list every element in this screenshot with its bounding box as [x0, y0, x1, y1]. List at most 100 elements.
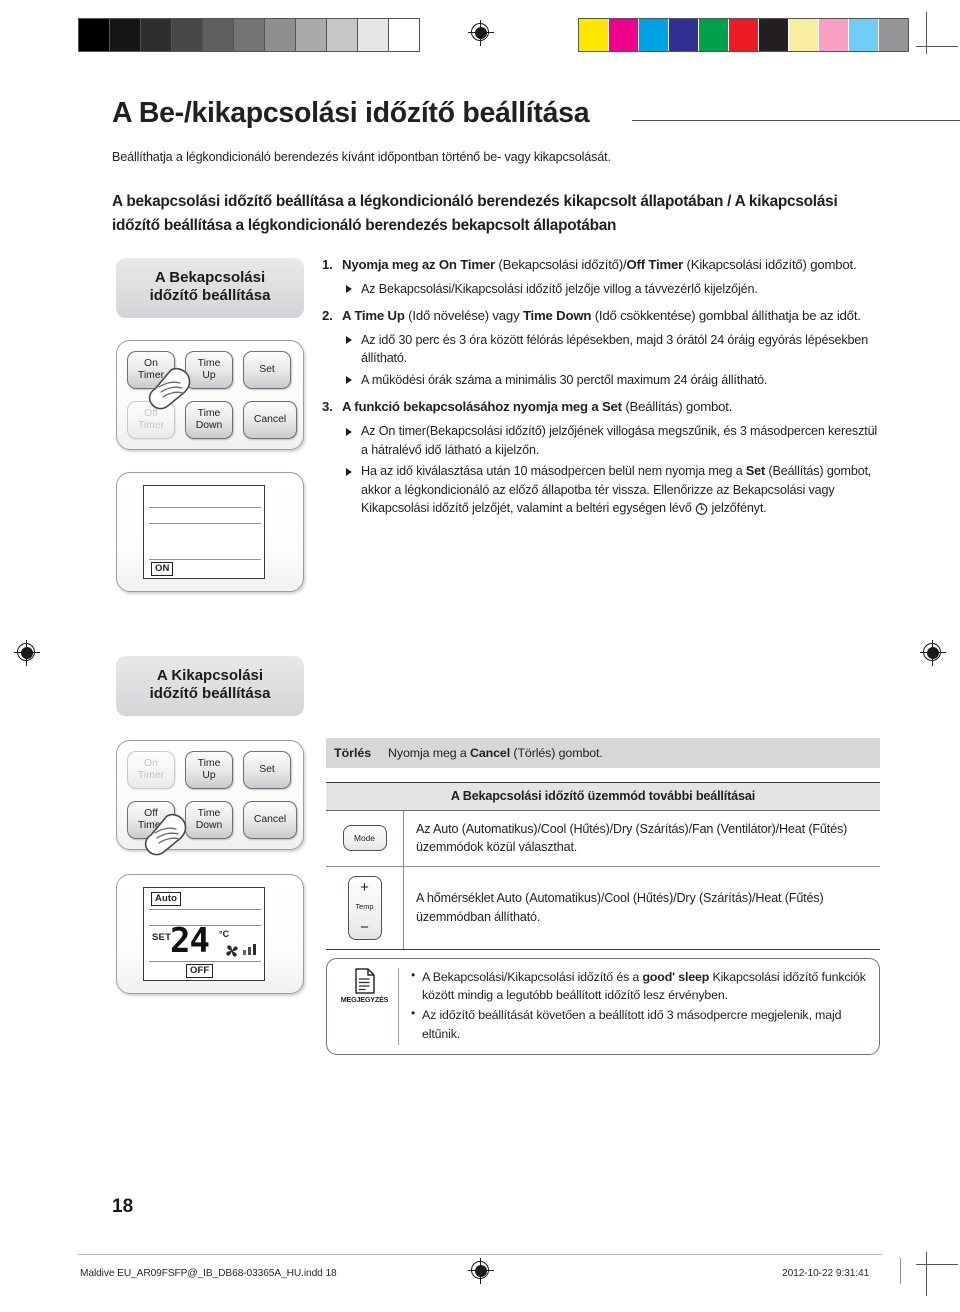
lcd-temperature-value: 24: [170, 921, 210, 961]
step-3: 3. A funkció bekapcsolásához nyomja meg …: [322, 398, 878, 517]
remote-display-panel-off: Auto SET 24 °C OFF: [116, 874, 304, 994]
step-2-bullet-1: Az idő 30 perc és 3 óra között félórás l…: [346, 331, 878, 368]
off-timer-button-active-label-1: Off: [144, 808, 158, 820]
table-row: + Temp − A hőmérséklet Auto (Automatikus…: [326, 866, 880, 949]
time-down-button-label-2: Down: [195, 420, 223, 431]
footer-file-name: Maldive EU_AR09FSFP@_IB_DB68-03365A_HU.i…: [80, 1268, 337, 1279]
step-1-bullets: Az Bekapcsolási/Kikapcsolási időzítő jel…: [322, 280, 878, 299]
section-heading-on-timer: A Bekapcsolási időzítő beállítása: [116, 258, 304, 318]
clock-icon: [695, 502, 708, 516]
time-up-button-2[interactable]: Time Up: [185, 751, 233, 789]
on-timer-button-disabled[interactable]: On Timer: [127, 751, 175, 789]
set-button-2-label: Set: [259, 764, 275, 776]
cancel-button-2[interactable]: Cancel: [243, 801, 297, 839]
footer-timestamp: 2012-10-22 9:31:41: [782, 1268, 870, 1279]
additional-settings-table: A Bekapcsolási időzítő üzemmód további b…: [326, 782, 880, 950]
cancel-row-text: Nyomja meg a Cancel (Törlés) gombot.: [388, 746, 603, 760]
step-1-text: Nyomja meg az On Timer (Bekapcsolási idő…: [342, 257, 857, 272]
temp-minus-label: −: [360, 918, 369, 936]
off-timer-button[interactable]: Off Timer: [127, 801, 175, 839]
lcd-divider-2: [149, 523, 261, 525]
set-button-2[interactable]: Set: [243, 751, 291, 789]
time-down-button-label-1: Time: [197, 408, 221, 420]
step-3-text: A funkció bekapcsolásához nyomja meg a S…: [342, 399, 733, 415]
temp-row-description: A hőmérséklet Auto (Automatikus)/Cool (H…: [416, 891, 824, 924]
section-heading-off-timer-line2: időzítő beállítása: [149, 685, 271, 703]
lcd-set-label: SET: [152, 932, 172, 943]
lcd-divider-3-off: [149, 961, 261, 963]
note-icon-label: MEGJEGYZÉS: [340, 995, 389, 1004]
time-up-button-2-label-1: Time: [197, 758, 221, 770]
manual-page: A Be-/kikapcsolási időzítő beállítása Be…: [0, 0, 960, 1312]
step-1-number: 1.: [322, 257, 333, 272]
temp-button-cell: + Temp −: [326, 866, 404, 949]
temp-button-icon-label: Temp: [355, 902, 374, 912]
page-number: 18: [112, 1196, 134, 1217]
temp-plus-label: +: [360, 878, 369, 896]
time-down-button[interactable]: Time Down: [185, 401, 233, 439]
lcd-divider-1-off: [149, 909, 261, 911]
step-2-bullets: Az idő 30 perc és 3 óra között félórás l…: [322, 331, 878, 390]
set-button[interactable]: Set: [243, 351, 291, 389]
intro-paragraph: Beállíthatja a légkondicionáló berendezé…: [112, 150, 611, 164]
step-3-bullets: Az On timer(Bekapcsolási időzítő) jelzőj…: [322, 422, 878, 518]
note-document-icon: [354, 968, 375, 994]
lcd-status-tag-off: OFF: [186, 964, 214, 978]
step-3-bullet-2: Ha az idő kiválasztása után 10 másodperc…: [346, 462, 878, 518]
step-2: 2. A Time Up (Idő növelése) vagy Time Do…: [322, 307, 878, 389]
remote-display-panel-on: ON: [116, 472, 304, 592]
remote-button-panel-on: On Timer Time Up Set Off Timer Time Down Can…: [116, 340, 304, 450]
on-timer-button-label-2: Timer: [137, 370, 165, 381]
cancel-button[interactable]: Cancel: [243, 401, 297, 439]
step-2-bullet-2: A működési órák száma a minimális 30 per…: [346, 371, 878, 390]
section-heading-on-timer-line1: A Bekapcsolási: [154, 269, 266, 286]
mode-button-cell: Mode: [326, 811, 404, 866]
time-down-button-2[interactable]: Time Down: [185, 801, 233, 839]
time-up-button-2-label-2: Up: [202, 770, 216, 781]
cancel-button-2-label: Cancel: [253, 814, 287, 826]
lcd-divider-1: [149, 507, 261, 509]
step-3-bullet-1: Az On timer(Bekapcsolási időzítő) jelzőj…: [346, 422, 878, 459]
lcd-status-tag-on: ON: [151, 562, 174, 576]
remote-button-panel-off: On Timer Time Up Set Off Timer Time Down Can…: [116, 740, 304, 856]
step-1-bullet-1: Az Bekapcsolási/Kikapcsolási időzítő jel…: [346, 280, 878, 299]
section-heading-off-timer-line1: A Kikapcsolási: [156, 667, 264, 684]
title-block: A Be-/kikapcsolási időzítő beállítása: [112, 96, 960, 130]
time-down-button-2-label-2: Down: [195, 820, 223, 831]
page-title: A Be-/kikapcsolási időzítő beállítása: [112, 97, 590, 129]
mode-row-description: Az Auto (Automatikus)/Cool (Hűtés)/Dry (…: [416, 822, 848, 855]
lcd-screen-off: Auto SET 24 °C OFF: [143, 887, 265, 981]
on-timer-button-off-label-1: On: [144, 758, 158, 770]
note-items-list: A Bekapcsolási/Kikapcsolási időzítő és a…: [399, 967, 867, 1045]
section-heading-off-timer: A Kikapcsolási időzítő beállítása: [116, 656, 304, 716]
mode-button-icon[interactable]: Mode: [342, 825, 387, 852]
time-up-button-label-1: Time: [197, 358, 221, 370]
cancel-row-label: Törlés: [334, 746, 372, 760]
step-1: 1. Nyomja meg az On Timer (Bekapcsolási …: [322, 256, 878, 298]
set-button-label: Set: [259, 364, 275, 376]
table-row: Mode Az Auto (Automatikus)/Cool (Hűtés)/…: [326, 811, 880, 867]
off-timer-button-disabled[interactable]: Off Timer: [127, 401, 175, 439]
list-item: Az időzítő beállítását követően a beállí…: [411, 1005, 867, 1042]
additional-settings-table-header: A Bekapcsolási időzítő üzemmód további b…: [326, 783, 880, 811]
step-3-number: 3.: [322, 399, 333, 415]
off-timer-button-label-2: Timer: [137, 420, 165, 431]
footer-divider: [78, 1254, 882, 1255]
cancel-button-label: Cancel: [253, 414, 287, 426]
off-timer-button-active-label-2: Timer: [137, 820, 165, 831]
section-heading-on-timer-line2: időzítő beállítása: [149, 287, 271, 305]
lcd-mode-tag-auto: Auto: [151, 892, 182, 906]
lead-paragraph: A bekapcsolási időzítő beállítása a légk…: [112, 193, 838, 234]
on-timer-button[interactable]: On Timer: [127, 351, 175, 389]
temp-button-icon[interactable]: + Temp −: [347, 875, 382, 940]
time-up-button[interactable]: Time Up: [185, 351, 233, 389]
off-timer-button-label-1: Off: [144, 408, 158, 420]
cancel-instruction-row: Törlés Nyomja meg a Cancel (Törlés) gomb…: [326, 738, 880, 768]
mode-button-icon-label: Mode: [354, 833, 375, 844]
fan-speed-bars: [243, 944, 256, 955]
step-2-text: A Time Up (Idő növelése) vagy Time Down …: [342, 308, 861, 324]
lcd-screen-on: ON: [143, 485, 265, 579]
note-box: MEGJEGYZÉS A Bekapcsolási/Kikapcsolási i…: [326, 958, 880, 1055]
lcd-divider-3: [149, 559, 261, 561]
footer-vertical-rule: [900, 1258, 901, 1284]
